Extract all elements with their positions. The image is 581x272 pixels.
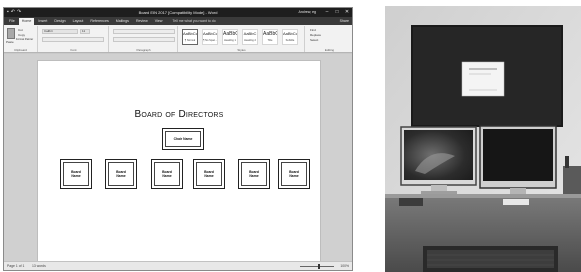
monitor-icon	[479, 125, 557, 198]
tab-insert[interactable]: Insert	[35, 18, 50, 25]
board-member-box[interactable]: Board Name	[238, 159, 270, 189]
minimize-icon[interactable]: –	[324, 8, 330, 17]
page-count[interactable]: Page 1 of 1	[7, 262, 24, 270]
tab-mailings[interactable]: Mailings	[113, 18, 132, 25]
font-format-buttons[interactable]	[42, 37, 104, 42]
undo-icon[interactable]: ↶	[11, 8, 15, 17]
document-area[interactable]: Board of Directors Chair Name Board Name…	[4, 54, 352, 270]
tab-file[interactable]: File	[6, 18, 18, 25]
style-no-spacing[interactable]: AaBbCcDc ¶ No Spac...	[202, 29, 218, 45]
board-member-box[interactable]: Board Name	[60, 159, 92, 189]
editing-group: Find Replace Select Editing	[306, 26, 352, 52]
tab-layout[interactable]: Layout	[70, 18, 87, 25]
find-button[interactable]: Find	[310, 28, 316, 32]
board-member-name: Board Name	[108, 162, 134, 186]
paragraph-group: Paragraph	[110, 26, 178, 52]
monitor-icon	[400, 126, 477, 195]
editing-label: Editing	[324, 48, 335, 52]
desk-photo-drawing	[385, 6, 581, 272]
share-button[interactable]: Share	[340, 17, 349, 25]
tab-view[interactable]: View	[152, 18, 166, 25]
paragraph-label: Paragraph	[136, 48, 151, 52]
keyboard-icon	[423, 246, 558, 272]
tell-me-search[interactable]: Tell me what you want to do	[172, 18, 215, 25]
tab-references[interactable]: References	[87, 18, 111, 25]
board-member-box[interactable]: Board Name	[278, 159, 310, 189]
cut-button[interactable]: Cut	[18, 28, 23, 32]
font-label: Font	[70, 48, 77, 52]
style-heading-1[interactable]: AaBbC Heading 1	[222, 29, 238, 45]
replace-button[interactable]: Replace	[310, 33, 321, 37]
desk-photo	[385, 6, 581, 272]
font-name-select[interactable]: Calibri	[42, 29, 78, 34]
board-member-name: Board Name	[154, 162, 180, 186]
board-member-name: Board Name	[196, 162, 222, 186]
zoom-slider[interactable]	[300, 266, 334, 267]
close-icon[interactable]: ✕	[344, 8, 350, 17]
chair-name: Chair Name	[165, 131, 201, 147]
board-member-box[interactable]: Board Name	[193, 159, 225, 189]
select-button[interactable]: Select	[310, 38, 318, 42]
quick-access-toolbar: ▪ ↶ ↷	[4, 8, 21, 17]
tab-design[interactable]: Design	[51, 18, 68, 25]
paste-icon[interactable]	[7, 28, 15, 39]
redo-icon[interactable]: ↷	[17, 8, 21, 17]
tab-home[interactable]: Home	[18, 18, 35, 25]
board-member-name: Board Name	[63, 162, 89, 186]
clipboard-group: Paste Cut Copy Format Painter Clipboard	[4, 26, 38, 52]
style-title[interactable]: AaBbC Title	[262, 29, 278, 45]
board-member-box[interactable]: Board Name	[105, 159, 137, 189]
word-count[interactable]: 13 words	[32, 262, 46, 270]
style-heading-2[interactable]: AaBbC Heading 2	[242, 29, 258, 45]
board-member-name: Board Name	[241, 162, 267, 186]
window-controls: – □ ✕	[324, 8, 350, 17]
zoom-slider-handle[interactable]	[318, 264, 320, 269]
style-subtitle[interactable]: AaBbCcD Subtitle	[282, 29, 298, 45]
org-chart-heading: Board of Directors	[134, 109, 224, 120]
font-group: Calibri 11 Font	[39, 26, 109, 52]
chair-box[interactable]: Chair Name	[162, 128, 204, 150]
title-bar: ▪ ↶ ↷ Board EIN 2017 [Compatibility Mode…	[4, 8, 352, 17]
copy-button[interactable]: Copy	[18, 33, 25, 37]
tab-review[interactable]: Review	[133, 18, 151, 25]
clipboard-label: Clipboard	[14, 48, 27, 52]
paste-button[interactable]: Paste	[6, 40, 14, 44]
document-page[interactable]: Board of Directors Chair Name Board Name…	[37, 60, 321, 270]
style-normal[interactable]: AaBbCcDc ¶ Normal	[182, 29, 198, 45]
user-name[interactable]: Andrew, eg	[298, 8, 316, 17]
format-painter-button[interactable]: Format Painter	[16, 38, 33, 42]
maximize-icon[interactable]: □	[334, 8, 340, 17]
board-member-box[interactable]: Board Name	[151, 159, 183, 189]
board-member-name: Board Name	[281, 162, 307, 186]
word-window: ▪ ↶ ↷ Board EIN 2017 [Compatibility Mode…	[3, 7, 353, 271]
font-size-select[interactable]: 11	[80, 29, 90, 34]
ribbon: Paste Cut Copy Format Painter Clipboard …	[4, 25, 352, 53]
styles-label: Styles	[237, 48, 246, 52]
save-icon[interactable]: ▪	[7, 8, 9, 17]
ribbon-tabs: File Home Insert Design Layout Reference…	[4, 17, 352, 25]
styles-group: AaBbCcDc ¶ Normal AaBbCcDc ¶ No Spac... …	[179, 26, 305, 52]
status-bar: Page 1 of 1 13 words 100%	[4, 261, 352, 270]
zoom-level[interactable]: 100%	[340, 262, 349, 270]
bulletin-board-icon	[411, 25, 563, 127]
alignment-buttons[interactable]	[113, 37, 175, 42]
list-buttons[interactable]	[113, 29, 175, 34]
